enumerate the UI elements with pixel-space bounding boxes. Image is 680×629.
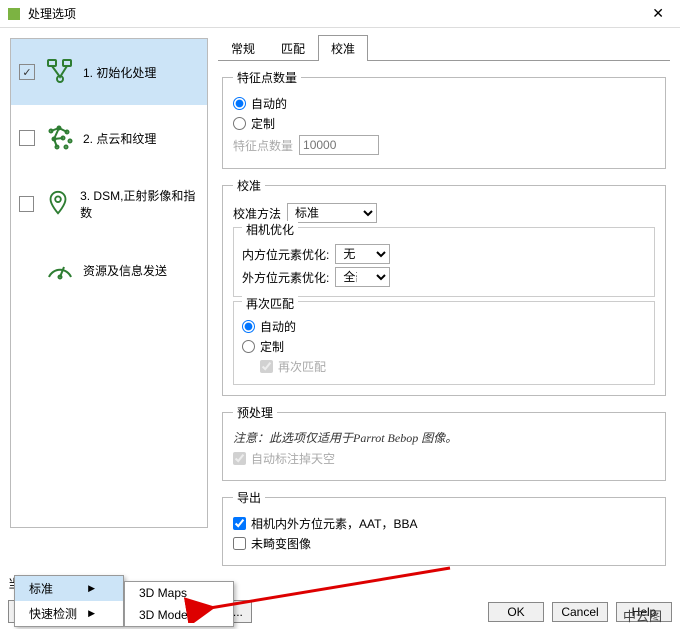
step2-label: 2. 点云和纹理 [83,130,156,147]
calibration-legend: 校准 [233,177,265,194]
submenu-3d-maps[interactable]: 3D Maps [125,582,233,604]
load-template-menu: 标准▶ 快速检测▶ [14,575,124,627]
step-initial-processing[interactable]: 1. 初始化处理 [11,39,207,105]
standard-submenu: 3D Maps 3D Models [124,581,234,627]
menu-standard[interactable]: 标准▶ [15,576,123,601]
cancel-button[interactable]: Cancel [552,602,608,622]
calib-method-select[interactable]: 标准 [287,203,377,223]
tab-general[interactable]: 常规 [218,35,268,61]
export-legend: 导出 [233,489,265,506]
fp-count-label: 特征点数量 [233,137,293,154]
rematch-chk-label: 再次匹配 [278,358,326,375]
fp-auto-radio[interactable] [233,97,246,110]
fp-custom-label: 定制 [251,115,275,132]
step-resources[interactable]: 资源及信息发送 [11,237,207,303]
step2-checkbox[interactable] [19,130,35,146]
internal-opt-select[interactable]: 无 [335,244,390,264]
close-button[interactable]: ✕ [644,5,672,22]
preprocess-note: 注意：此选项仅适用于Parrot Bebop 图像。 [233,429,655,446]
calib-method-label: 校准方法 [233,205,281,222]
map-pin-icon [44,189,72,219]
calibration-group: 校准 校准方法 标准 相机优化 内方位元素优化: 无 外方位元素优化: 全 [222,177,666,396]
step1-label: 1. 初始化处理 [83,64,156,81]
sky-label: 自动标注掉天空 [251,450,335,467]
step-pointcloud[interactable]: 2. 点云和纹理 [11,105,207,171]
step4-label: 资源及信息发送 [83,262,167,279]
rematch-auto-label: 自动的 [260,318,296,335]
external-opt-select[interactable]: 全部 [335,267,390,287]
menu-rapid[interactable]: 快速检测▶ [15,601,123,626]
rematch-custom-radio[interactable] [242,340,255,353]
export-aat-label: 相机内外方位元素，AAT，BBA [251,515,417,532]
internal-opt-label: 内方位元素优化: [242,246,329,263]
export-group: 导出 相机内外方位元素，AAT，BBA 未畸变图像 [222,489,666,566]
feature-points-group: 特征点数量 自动的 定制 特征点数量 [222,69,666,169]
step-dsm[interactable]: 3. DSM,正射影像和指数 [11,171,207,237]
camera-opt-title: 相机优化 [242,221,298,238]
export-undistort-label: 未畸变图像 [251,535,311,552]
step1-checkbox[interactable] [19,64,35,80]
tab-calibration[interactable]: 校准 [318,35,368,61]
window-title: 处理选项 [28,5,644,22]
rematch-custom-label: 定制 [260,338,284,355]
step3-checkbox[interactable] [19,196,34,212]
preprocess-legend: 预处理 [233,404,277,421]
chevron-right-icon: ▶ [88,608,95,619]
ok-button[interactable]: OK [488,602,544,622]
gauge-icon [45,255,75,285]
pointcloud-icon [45,123,75,153]
watermark: 中云图 [623,606,662,625]
rematch-title: 再次匹配 [242,295,298,312]
rematch-auto-radio[interactable] [242,320,255,333]
preprocess-group: 预处理 注意：此选项仅适用于Parrot Bebop 图像。 自动标注掉天空 [222,404,666,481]
step3-label: 3. DSM,正射影像和指数 [80,187,199,221]
fp-count-input [299,135,379,155]
external-opt-label: 外方位元素优化: [242,269,329,286]
sky-checkbox [233,452,246,465]
app-icon [8,8,20,20]
tab-match[interactable]: 匹配 [268,35,318,61]
feature-points-legend: 特征点数量 [233,69,301,86]
export-aat-checkbox[interactable] [233,517,246,530]
fp-custom-radio[interactable] [233,117,246,130]
chevron-right-icon: ▶ [88,583,95,594]
camera-pair-icon [45,57,75,87]
rematch-checkbox [260,360,273,373]
fp-auto-label: 自动的 [251,95,287,112]
submenu-3d-models[interactable]: 3D Models [125,604,233,626]
export-undistort-checkbox[interactable] [233,537,246,550]
